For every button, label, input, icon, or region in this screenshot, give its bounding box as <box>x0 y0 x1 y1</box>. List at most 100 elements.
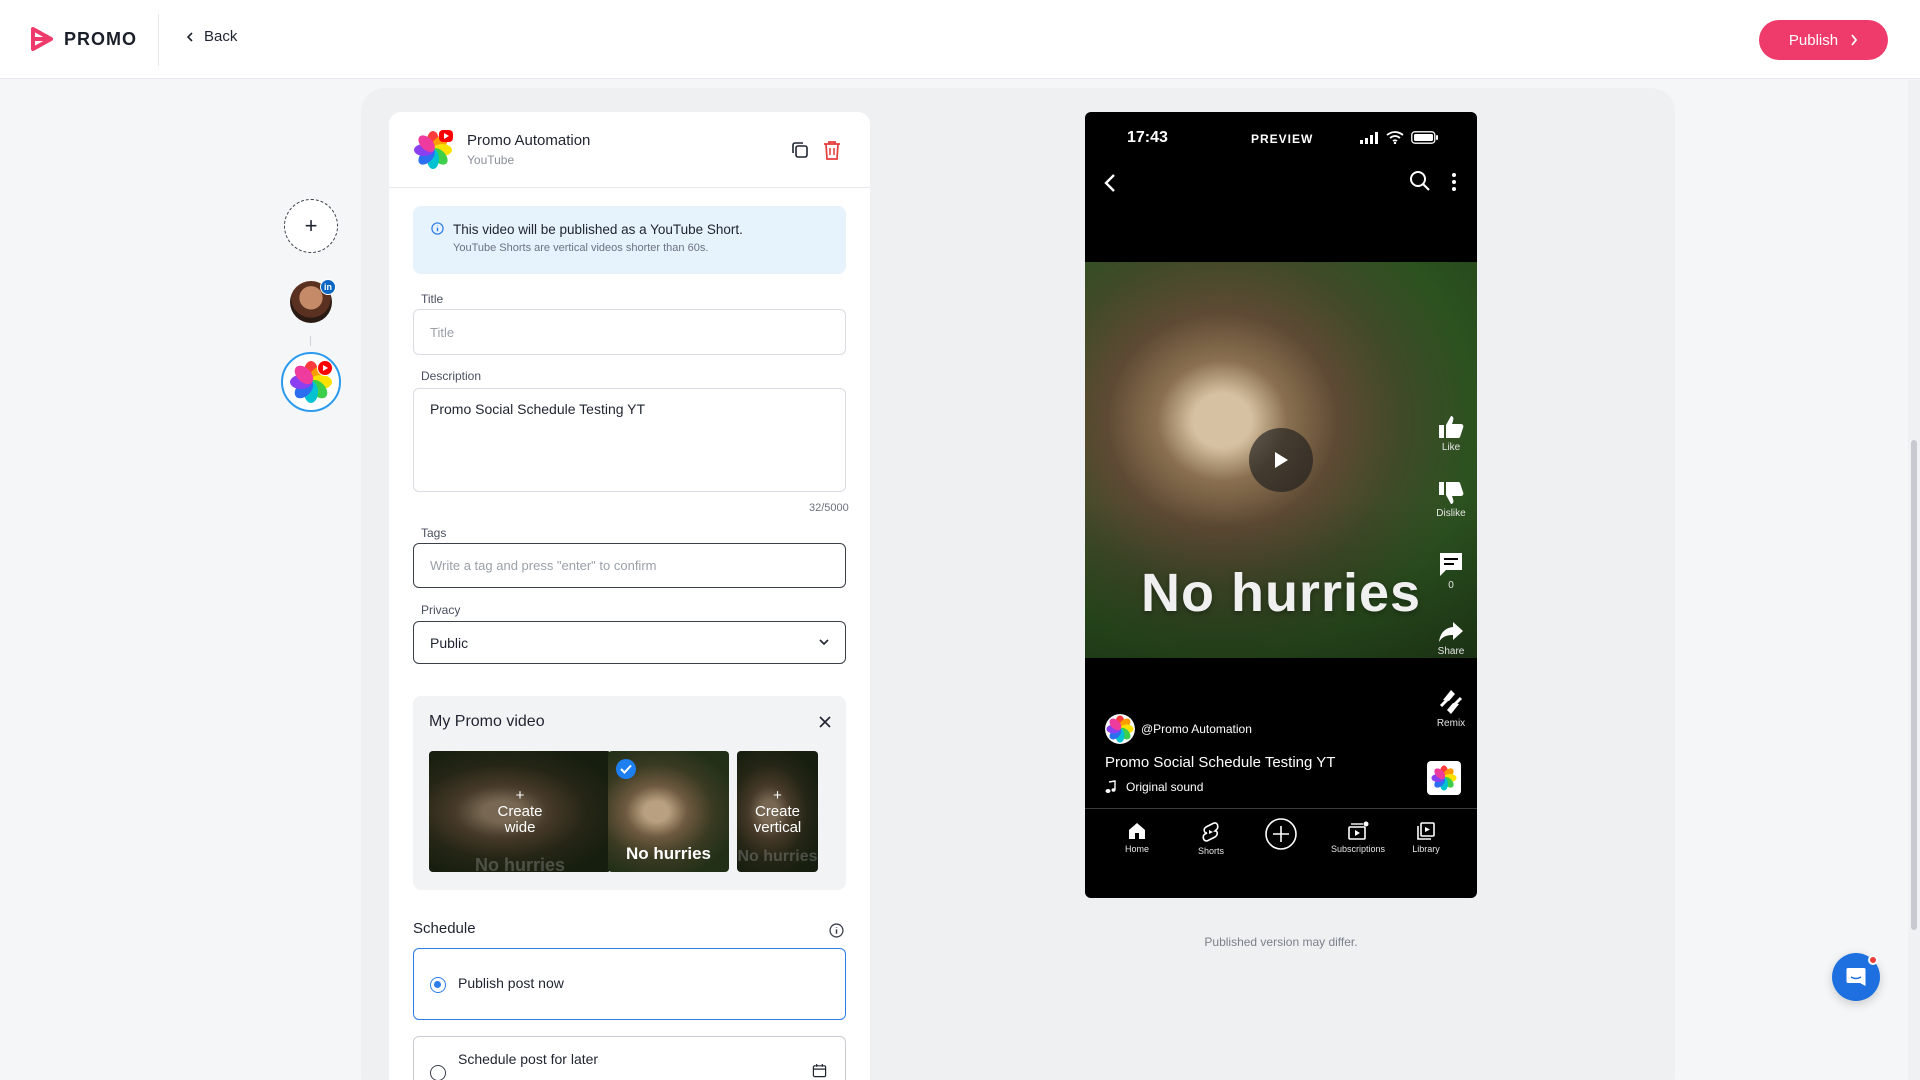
info-icon[interactable] <box>829 923 844 938</box>
back-button[interactable]: Back <box>186 28 237 45</box>
plus-icon: + <box>773 786 782 804</box>
thumbnail-create-wide[interactable]: No hurries + Create wide <box>429 751 611 872</box>
thumbnail-selected[interactable]: No hurries <box>608 751 729 872</box>
chat-launcher-button[interactable] <box>1832 953 1880 1001</box>
thumb-caption: No hurries <box>625 844 712 863</box>
checkmark-icon <box>616 759 636 779</box>
back-arrow-icon[interactable] <box>1103 172 1117 194</box>
promo-logo[interactable]: PROMO <box>30 26 137 52</box>
youtube-badge-icon <box>317 360 333 376</box>
tags-label: Tags <box>421 526 447 540</box>
duplicate-icon[interactable] <box>790 140 810 160</box>
panel-header: Promo Automation YouTube <box>389 112 870 188</box>
more-vertical-icon[interactable] <box>1451 172 1457 192</box>
profile-platform: YouTube <box>467 153 515 167</box>
channel-avatar-icon <box>1105 714 1135 744</box>
remix-label: Remix <box>1436 718 1466 729</box>
privacy-select[interactable]: Public <box>413 621 846 664</box>
schedule-later-label: Schedule post for later <box>458 1051 599 1067</box>
bottom-nav: Home Shorts Subscriptions Library <box>1085 808 1477 898</box>
status-time: 17:43 <box>1127 129 1168 146</box>
comments-action[interactable]: 0 <box>1429 550 1473 591</box>
publish-button[interactable]: Publish <box>1759 20 1888 60</box>
sound-row[interactable]: Original sound <box>1105 780 1203 794</box>
nav-create[interactable] <box>1244 817 1318 854</box>
title-input[interactable] <box>413 309 846 355</box>
preview-label: PREVIEW <box>1251 132 1314 146</box>
media-title: My Promo video <box>429 713 545 730</box>
back-label: Back <box>204 28 238 45</box>
radio-publish-now[interactable] <box>430 977 446 993</box>
subscriptions-icon <box>1348 821 1369 840</box>
notification-dot <box>1868 955 1878 965</box>
notice-text: This video will be published as a YouTub… <box>453 222 743 237</box>
create-wide-label: Create wide <box>497 802 543 836</box>
chat-icon <box>1846 968 1866 986</box>
nav-subscriptions[interactable]: Subscriptions <box>1321 821 1395 854</box>
scrollbar-thumb[interactable] <box>1911 440 1917 930</box>
battery-icon <box>1411 131 1438 144</box>
nav-home[interactable]: Home <box>1100 821 1174 854</box>
sound-thumbnail[interactable] <box>1427 761 1461 795</box>
phone-preview: 17:43 PREVIEW No hurries Like Dislike 0 … <box>1085 112 1477 898</box>
tags-input[interactable] <box>413 543 846 588</box>
chevron-down-icon <box>819 639 829 646</box>
close-icon[interactable] <box>817 714 833 730</box>
comment-icon <box>1440 553 1462 576</box>
calendar-icon[interactable] <box>812 1063 827 1078</box>
add-circle-icon <box>1265 818 1297 850</box>
plus-icon: + <box>515 786 525 804</box>
info-icon <box>431 222 444 235</box>
account-avatar-linkedin[interactable]: in <box>290 279 336 323</box>
chevron-left-icon <box>186 31 193 42</box>
header-divider <box>158 14 159 66</box>
schedule-later-option[interactable]: Schedule post for later <box>413 1036 846 1080</box>
shorts-icon <box>1202 822 1219 842</box>
share-label: Share <box>1437 646 1465 657</box>
plus-icon: + <box>304 213 318 238</box>
account-avatar-youtube[interactable] <box>281 352 341 412</box>
chevron-right-icon <box>1851 34 1858 46</box>
logo-text: PROMO <box>64 28 138 49</box>
thumbs-down-icon <box>1439 482 1464 504</box>
radio-schedule-later[interactable] <box>430 1065 446 1080</box>
character-counter: 32/5000 <box>809 502 849 514</box>
nav-library-label: Library <box>1412 844 1440 854</box>
short-video-player[interactable]: No hurries <box>1085 262 1477 658</box>
youtube-short-notice: This video will be published as a YouTub… <box>413 206 846 274</box>
share-action[interactable]: Share <box>1429 620 1473 657</box>
music-note-icon <box>1105 780 1116 793</box>
remix-action[interactable]: Remix <box>1429 688 1473 729</box>
rail-connector <box>310 336 311 346</box>
signal-icon <box>1360 132 1378 144</box>
comments-count: 0 <box>1448 580 1454 591</box>
create-wide-overlay: + Create wide <box>429 751 611 872</box>
description-textarea[interactable]: Promo Social Schedule Testing YT <box>413 388 846 492</box>
publish-label: Publish <box>1788 31 1839 49</box>
channel-row[interactable]: @Promo Automation <box>1105 714 1252 744</box>
remix-icon <box>1439 690 1463 714</box>
publish-now-option[interactable]: Publish post now <box>413 948 846 1020</box>
search-icon[interactable] <box>1409 170 1431 192</box>
add-account-button[interactable]: + <box>284 199 338 253</box>
dislike-action[interactable]: Dislike <box>1429 480 1473 519</box>
promo-play-icon <box>31 27 53 51</box>
nav-library[interactable]: Library <box>1389 821 1463 854</box>
title-label: Title <box>421 292 444 306</box>
sound-pinwheel-icon <box>1431 765 1457 791</box>
dislike-label: Dislike <box>1436 508 1466 519</box>
wifi-icon <box>1386 131 1404 145</box>
sound-label: Original sound <box>1126 780 1204 794</box>
library-icon <box>1417 822 1435 840</box>
play-button[interactable] <box>1249 428 1313 492</box>
description-label: Description <box>421 369 482 383</box>
nav-home-label: Home <box>1124 844 1149 854</box>
thumbnail-create-vertical[interactable]: No hurries + Create vertical <box>737 751 818 872</box>
schedule-label: Schedule <box>413 920 476 937</box>
trash-icon[interactable] <box>822 139 842 161</box>
privacy-label: Privacy <box>421 603 461 617</box>
nav-subscriptions-label: Subscriptions <box>1330 844 1386 854</box>
nav-shorts[interactable]: Shorts <box>1174 821 1248 856</box>
thumbs-up-icon <box>1439 416 1464 438</box>
like-action[interactable]: Like <box>1429 414 1473 453</box>
